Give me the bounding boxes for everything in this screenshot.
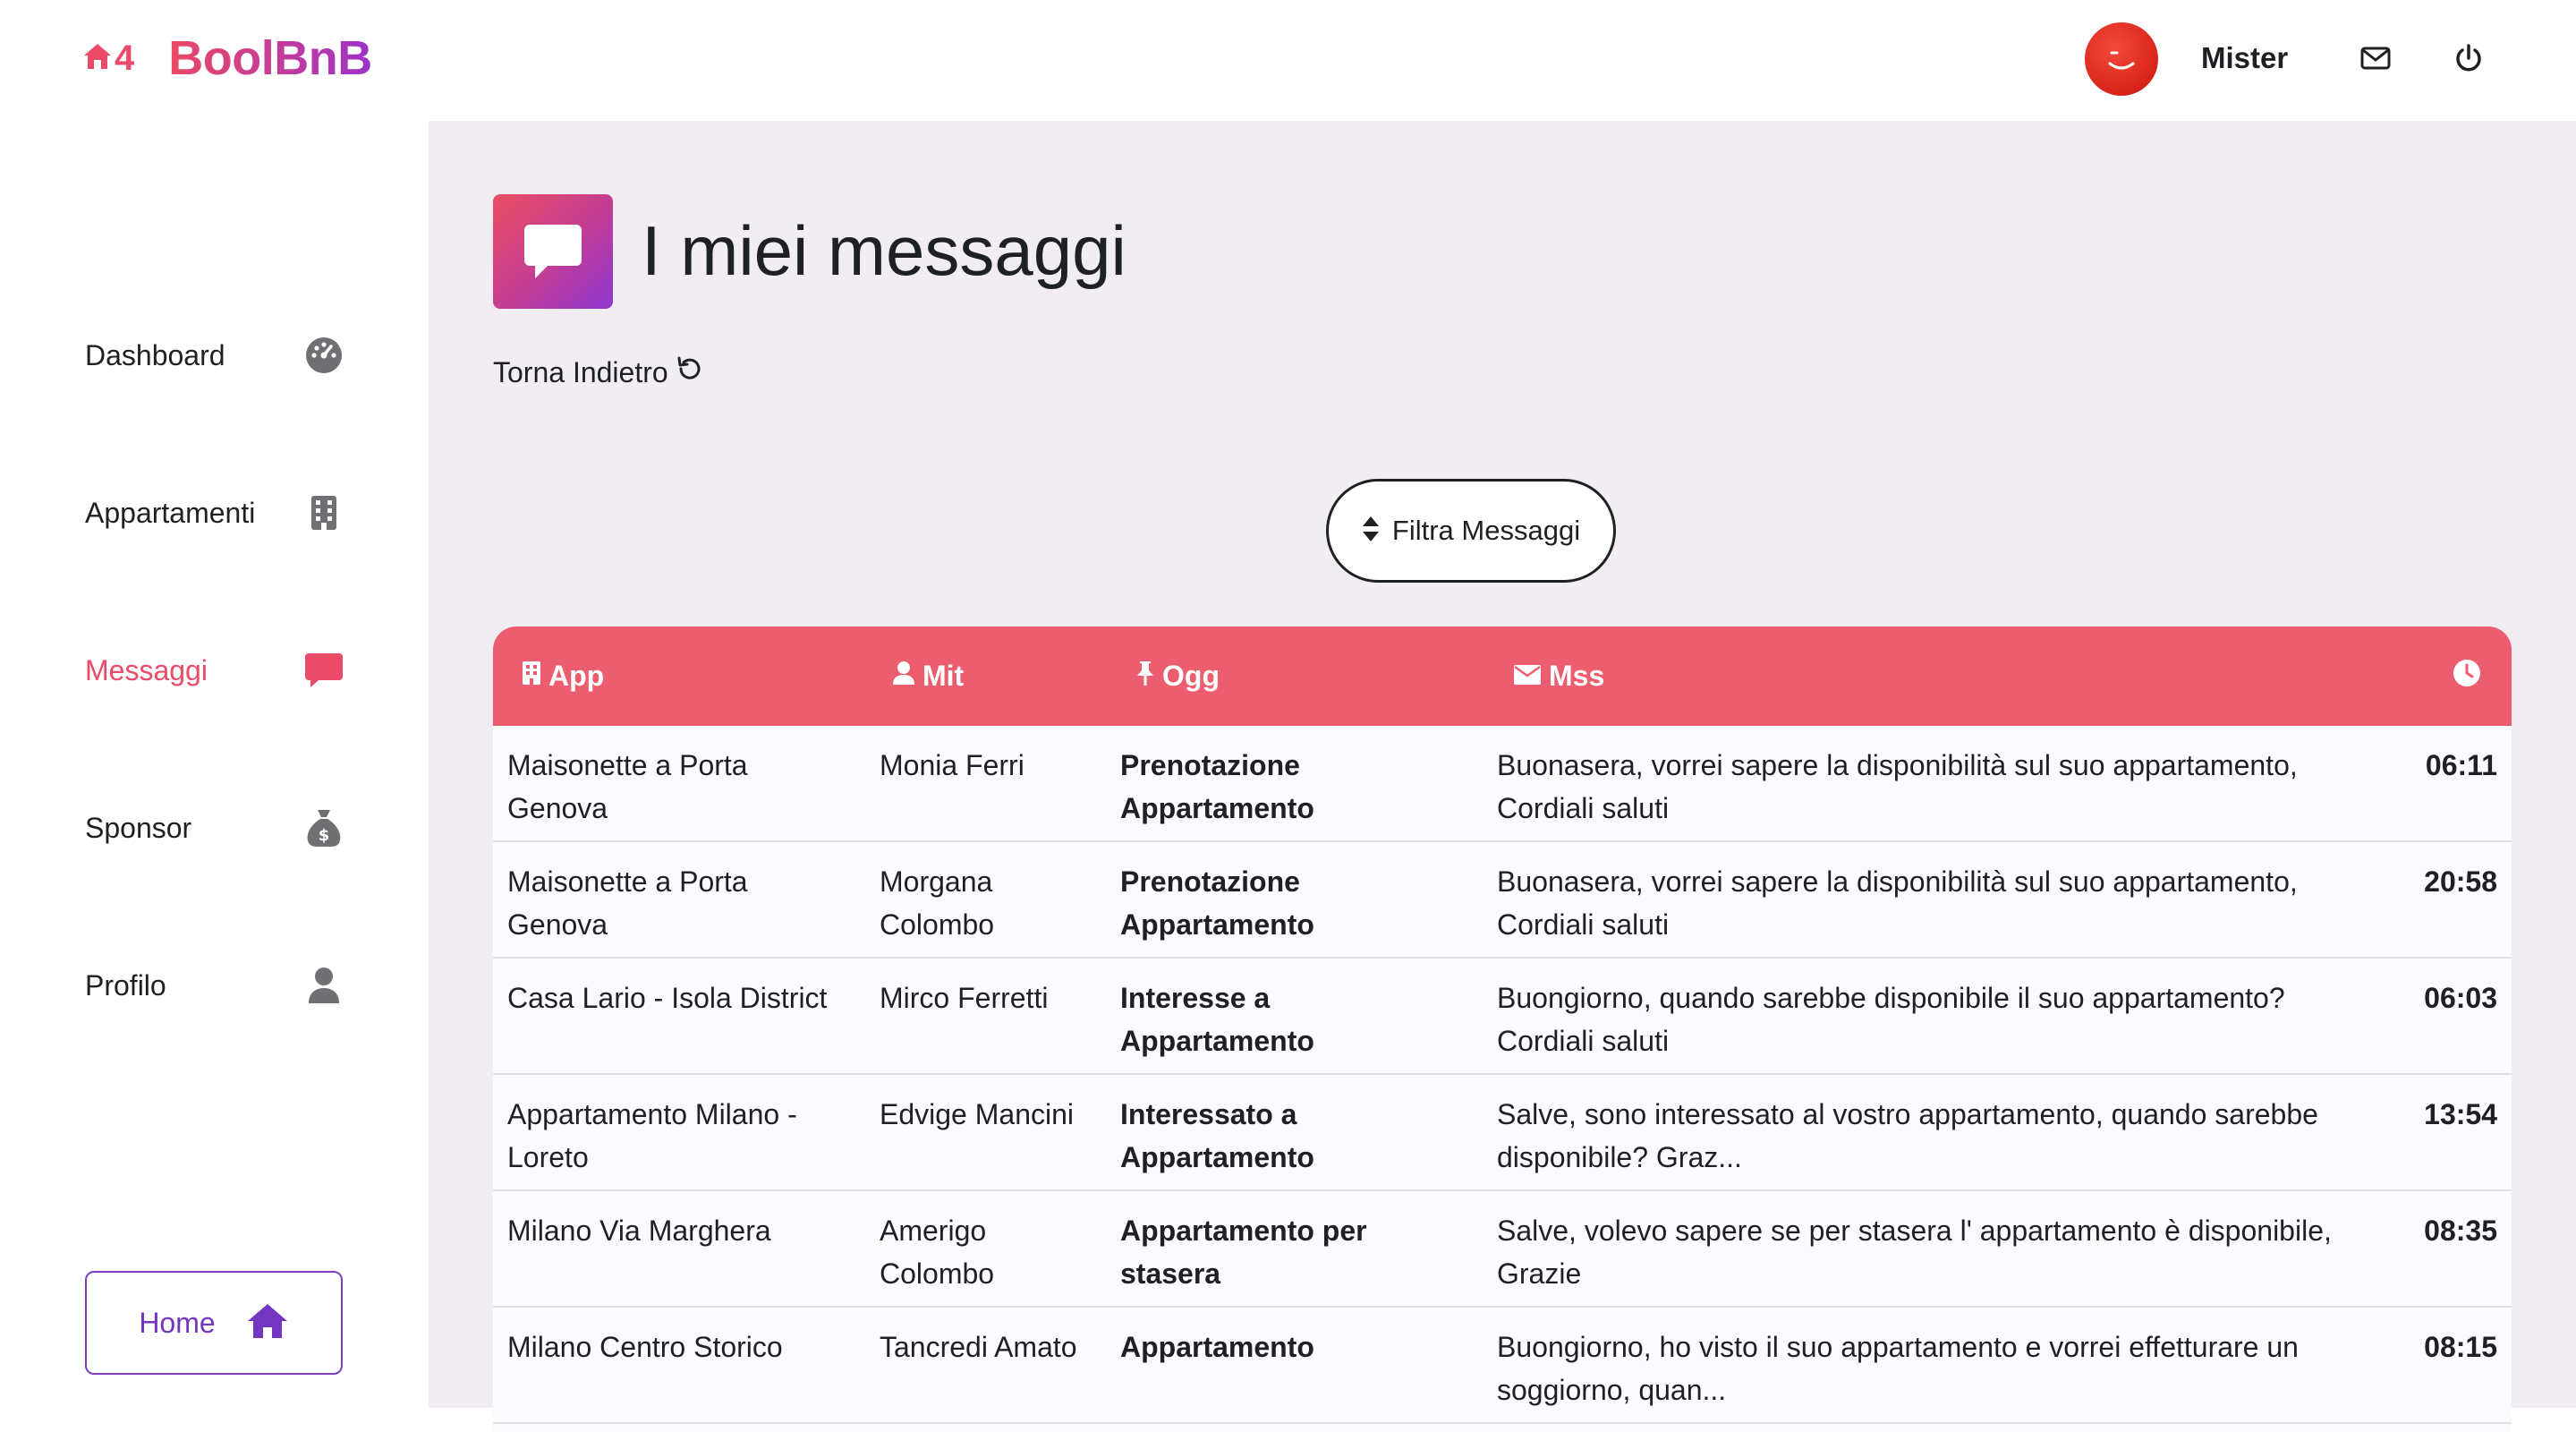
messages-table: App Mit Ogg Mss Maisonette a Porta Genov… xyxy=(493,626,2512,1432)
sort-icon xyxy=(1362,515,1380,548)
sidebar-item-label: Messaggi xyxy=(85,653,208,686)
cell-app: Casa Lario - Isola District xyxy=(507,982,828,1014)
table-row[interactable]: Maisonette a Porta Genova Morgana Colomb… xyxy=(493,842,2512,959)
cell-time: 06:03 xyxy=(2424,982,2497,1014)
cell-ogg: Prenotazione Appartamento xyxy=(1120,865,1314,941)
cell-time: 08:15 xyxy=(2424,1331,2497,1363)
undo-icon xyxy=(676,355,702,389)
cell-ogg: Appartamento xyxy=(1120,1331,1314,1363)
table-row[interactable]: Appartamento Milano - Loreto Edvige Manc… xyxy=(493,1075,2512,1191)
column-header-mss[interactable]: Mss xyxy=(1513,626,1604,726)
cell-ogg: Prenotazione Appartamento xyxy=(1120,749,1314,824)
logo-mark: 4 xyxy=(82,38,134,79)
cell-mss: Buongiorno, quando sarebbe disponibile i… xyxy=(1497,982,2285,1057)
cell-mss: Buonasera, vorrei sapere la disponibilit… xyxy=(1497,865,2298,941)
gauge-icon xyxy=(303,335,344,376)
house-icon xyxy=(82,42,113,75)
cell-mit: Amerigo Colombo xyxy=(880,1215,995,1290)
top-bar: 4 BoolBnB Mister xyxy=(0,0,2576,121)
envelope-icon[interactable] xyxy=(2358,40,2393,76)
cell-app: Milano Centro Storico xyxy=(507,1331,783,1363)
chat-icon xyxy=(303,650,344,691)
envelope-icon xyxy=(1513,660,1542,693)
back-link-label: Torna Indietro xyxy=(493,355,668,388)
cell-ogg: Interesse a Appartamento xyxy=(1120,982,1314,1057)
cell-mss: Buonasera, vorrei sapere la disponibilit… xyxy=(1497,749,2298,824)
clock-icon xyxy=(2453,659,2481,695)
cell-mit: Mirco Ferretti xyxy=(880,982,1049,1014)
power-icon[interactable] xyxy=(2451,40,2487,76)
cell-app: Appartamento Milano - Loreto xyxy=(507,1098,797,1173)
cell-mss: Salve, volevo sapere se per stasera l' a… xyxy=(1497,1215,2332,1290)
column-header-time[interactable] xyxy=(2453,626,2481,726)
cell-app: Maisonette a Porta Genova xyxy=(507,749,748,824)
sidebar-item-label: Dashboard xyxy=(85,338,225,371)
table-row[interactable]: Milano Via Marghera Amerigo Colombo Appa… xyxy=(493,1191,2512,1308)
cell-ogg: Interessato a Appartamento xyxy=(1120,1098,1314,1173)
user-icon xyxy=(303,965,344,1006)
sidebar-item-label: Profilo xyxy=(85,968,166,1002)
sidebar-item-sponsor[interactable]: Sponsor $ xyxy=(85,801,344,855)
brand-name: BoolBnB xyxy=(168,31,372,85)
user-icon xyxy=(892,660,915,693)
sidebar-item-appartamenti[interactable]: Appartamenti xyxy=(85,486,344,540)
money-bag-icon: $ xyxy=(303,807,344,848)
column-header-label: Mss xyxy=(1549,660,1605,692)
column-header-ogg[interactable]: Ogg xyxy=(1135,626,1220,726)
cell-time: 08:35 xyxy=(2424,1215,2497,1247)
thumbtack-icon xyxy=(1135,660,1155,694)
filter-messages-label: Filtra Messaggi xyxy=(1391,515,1581,546)
table-row[interactable]: Milano Centro Storico Tancredi Amato App… xyxy=(493,1308,2512,1424)
cell-mit: Monia Ferri xyxy=(880,749,1024,781)
cell-mss: Salve, sono interessato al vostro appart… xyxy=(1497,1098,2318,1173)
cell-mit: Morgana Colombo xyxy=(880,865,995,941)
filter-messages-button[interactable]: Filtra Messaggi xyxy=(1326,479,1616,583)
building-icon xyxy=(303,492,344,533)
cell-mit: Edvige Mancini xyxy=(880,1098,1074,1130)
cell-mss: Buongiorno, ho visto il suo appartamento… xyxy=(1497,1331,2299,1406)
back-link[interactable]: Torna Indietro xyxy=(493,355,702,389)
cell-app: Milano Via Marghera xyxy=(507,1215,771,1247)
column-header-app[interactable]: App xyxy=(522,626,604,726)
cell-time: 13:54 xyxy=(2424,1098,2497,1130)
table-row[interactable]: Maisonette a Porta Genova Monia Ferri Pr… xyxy=(493,726,2512,842)
home-button-label: Home xyxy=(139,1306,216,1339)
home-button[interactable]: Home xyxy=(85,1271,343,1375)
cell-app: Maisonette a Porta Genova xyxy=(507,865,748,941)
sidebar-item-label: Sponsor xyxy=(85,811,192,844)
house-icon xyxy=(246,1302,289,1344)
svg-text:$: $ xyxy=(319,826,330,845)
column-header-label: App xyxy=(548,660,605,692)
page-title: I miei messaggi xyxy=(642,211,1126,290)
cell-mit: Tancredi Amato xyxy=(880,1331,1077,1363)
avatar[interactable] xyxy=(2085,22,2158,96)
sidebar-item-messaggi[interactable]: Messaggi xyxy=(85,644,344,697)
column-header-label: Ogg xyxy=(1162,660,1220,692)
cell-time: 06:11 xyxy=(2425,749,2497,781)
column-header-label: Mit xyxy=(922,660,965,692)
logo-mark-text: 4 xyxy=(115,38,135,78)
table-row[interactable]: Casa Lario - Isola District Mirco Ferret… xyxy=(493,959,2512,1075)
brand-logo[interactable]: 4 BoolBnB xyxy=(82,30,372,86)
main-content: I miei messaggi Torna Indietro Filtra Me… xyxy=(429,121,2576,1432)
cell-time: 20:58 xyxy=(2424,865,2497,898)
building-icon xyxy=(522,660,541,693)
sidebar-item-dashboard[interactable]: Dashboard xyxy=(85,328,344,382)
table-header: App Mit Ogg Mss xyxy=(493,626,2512,726)
column-header-mit[interactable]: Mit xyxy=(892,626,964,726)
user-name[interactable]: Mister xyxy=(2201,41,2288,75)
sidebar-item-profilo[interactable]: Profilo xyxy=(85,959,344,1012)
chat-icon xyxy=(493,194,613,309)
sidebar-item-label: Appartamenti xyxy=(85,496,256,529)
sidebar: Dashboard Appartamenti Messaggi Sponsor … xyxy=(0,121,429,1408)
cell-ogg: Appartamento per stasera xyxy=(1120,1215,1367,1290)
